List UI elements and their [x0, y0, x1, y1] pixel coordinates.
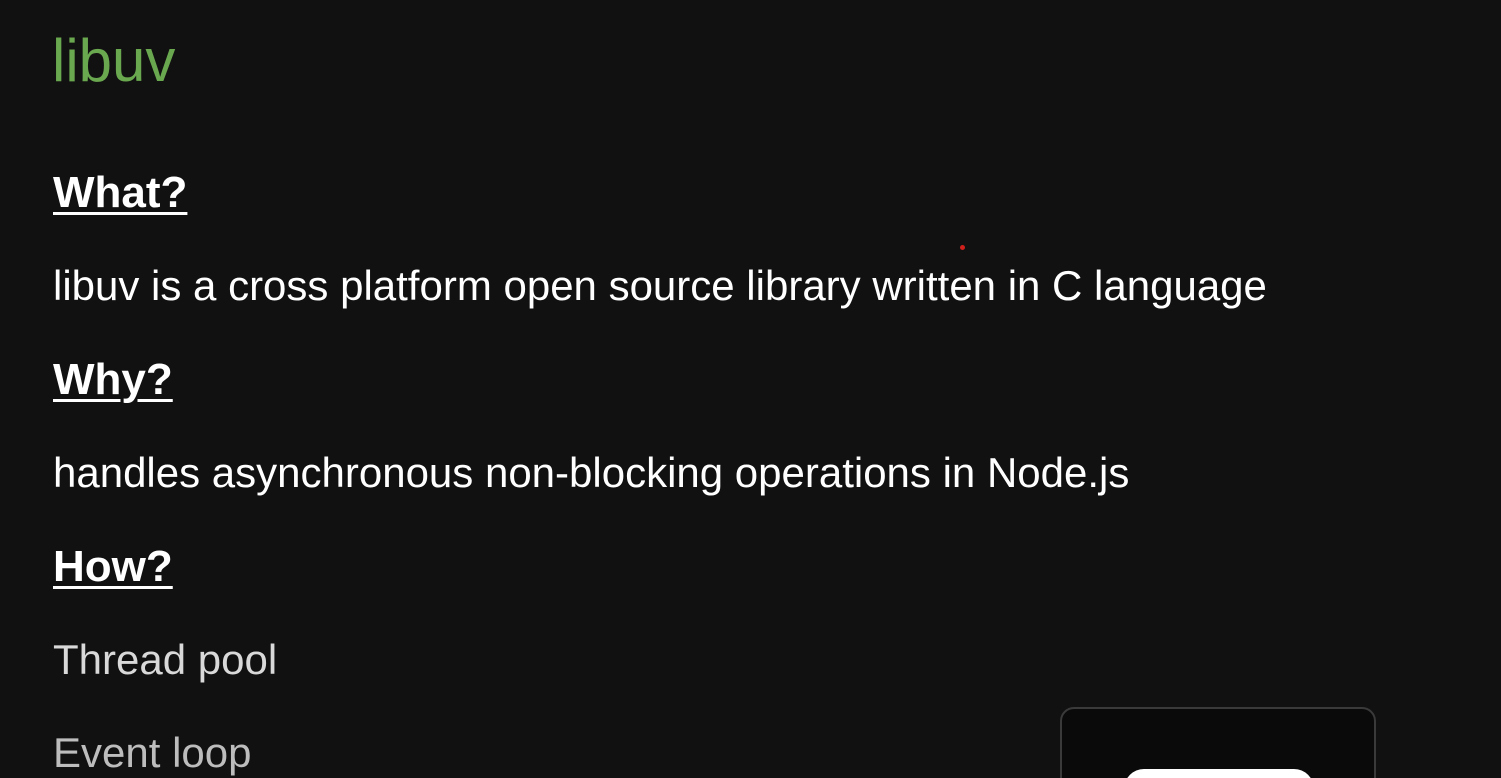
- pointer-dot: [960, 245, 965, 250]
- overlay-pill-button[interactable]: [1124, 769, 1314, 778]
- how-heading: How?: [53, 542, 173, 591]
- how-item-event-loop: Event loop: [53, 729, 252, 776]
- how-item-thread-pool: Thread pool: [53, 636, 278, 683]
- slide: libuv What? libuv is a cross platform op…: [0, 0, 1501, 778]
- slide-title: libuv: [52, 27, 176, 94]
- why-heading: Why?: [53, 355, 173, 404]
- why-text: handles asynchronous non-blocking operat…: [53, 449, 1130, 496]
- what-heading: What?: [53, 168, 188, 217]
- overlay-card[interactable]: [1060, 707, 1376, 778]
- what-text: libuv is a cross platform open source li…: [53, 262, 1267, 309]
